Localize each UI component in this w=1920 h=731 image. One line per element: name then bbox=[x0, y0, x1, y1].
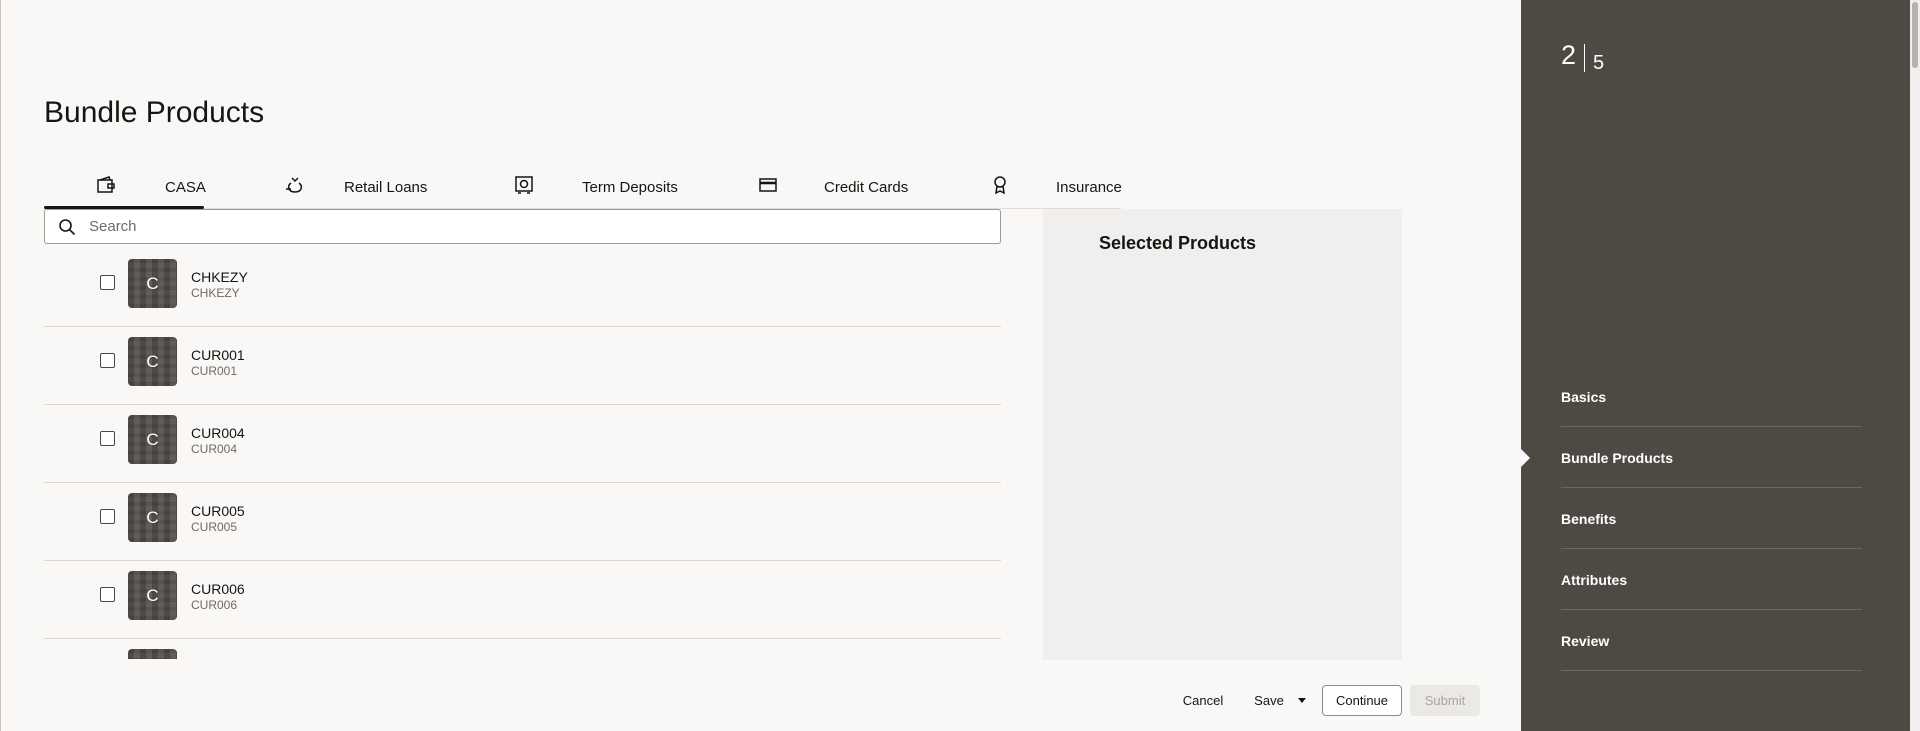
product-name: CUR001 bbox=[191, 347, 245, 363]
search-box bbox=[44, 209, 1001, 244]
product-checkbox[interactable] bbox=[100, 275, 115, 290]
tab-label: CASA bbox=[165, 179, 206, 196]
step-label: Attributes bbox=[1561, 572, 1628, 588]
step-label: Basics bbox=[1561, 389, 1607, 405]
cancel-button[interactable]: Cancel bbox=[1172, 685, 1234, 716]
step-train: 2 5 Basics Bundle Products Benefits Attr… bbox=[1521, 0, 1910, 731]
save-button[interactable]: Save bbox=[1247, 685, 1313, 716]
scrollbar-thumb[interactable] bbox=[1912, 2, 1918, 68]
avatar: C bbox=[128, 337, 177, 386]
list-item: C CUR004 CUR004 bbox=[44, 405, 1001, 483]
tab-label: Credit Cards bbox=[824, 179, 909, 196]
tab-casa[interactable]: CASA bbox=[44, 168, 206, 209]
vault-icon bbox=[513, 174, 535, 196]
product-code: CUR005 bbox=[191, 520, 238, 534]
product-code: CHKEZY bbox=[191, 286, 240, 300]
scrollbar[interactable] bbox=[1910, 0, 1920, 731]
money-bag-icon bbox=[284, 174, 306, 196]
badge-icon bbox=[989, 174, 1011, 196]
tab-credit-cards[interactable]: Credit Cards bbox=[757, 168, 957, 208]
chevron-down-icon bbox=[1297, 698, 1306, 703]
tab-label: Term Deposits bbox=[582, 179, 678, 196]
tab-label: Insurance bbox=[1056, 179, 1122, 196]
current-step: 2 bbox=[1561, 40, 1577, 70]
product-checkbox[interactable] bbox=[100, 509, 115, 524]
wallet-icon bbox=[95, 174, 117, 196]
divider bbox=[1584, 44, 1586, 72]
selected-products-title: Selected Products bbox=[1099, 233, 1257, 253]
step-bundle-products[interactable]: Bundle Products bbox=[1561, 427, 1862, 488]
product-name: CHKEZY bbox=[191, 269, 248, 285]
avatar: C bbox=[128, 571, 177, 620]
product-checkbox[interactable] bbox=[100, 587, 115, 602]
list-item: C CHKEZY CHKEZY bbox=[44, 249, 1001, 327]
current-step-marker bbox=[1521, 449, 1530, 467]
product-checkbox[interactable] bbox=[100, 431, 115, 446]
main-content: Bundle Products CASA Retail Loans Term D… bbox=[0, 0, 1521, 731]
search-input[interactable] bbox=[89, 210, 989, 243]
tab-term-deposits[interactable]: Term Deposits bbox=[513, 168, 713, 208]
continue-button[interactable]: Continue bbox=[1322, 685, 1402, 716]
step-benefits[interactable]: Benefits bbox=[1561, 488, 1862, 549]
step-label: Review bbox=[1561, 633, 1610, 649]
step-basics[interactable]: Basics bbox=[1561, 366, 1862, 427]
tab-insurance[interactable]: Insurance bbox=[989, 168, 1129, 208]
step-counter: 2 5 bbox=[1561, 40, 1604, 75]
list-item bbox=[44, 639, 1001, 659]
save-label: Save bbox=[1254, 693, 1284, 708]
product-code: CUR001 bbox=[191, 364, 238, 378]
step-attributes[interactable]: Attributes bbox=[1561, 549, 1862, 610]
list-item: C CUR005 CUR005 bbox=[44, 483, 1001, 561]
product-name: CUR004 bbox=[191, 425, 245, 441]
product-name: CUR006 bbox=[191, 581, 245, 597]
product-name: CUR005 bbox=[191, 503, 245, 519]
avatar: C bbox=[128, 415, 177, 464]
list-item: C CUR006 CUR006 bbox=[44, 561, 1001, 639]
avatar: C bbox=[128, 493, 177, 542]
search-icon bbox=[58, 218, 76, 236]
step-review[interactable]: Review bbox=[1561, 610, 1862, 671]
product-checkbox[interactable] bbox=[100, 353, 115, 368]
total-steps: 5 bbox=[1593, 52, 1605, 74]
page-title: Bundle Products bbox=[44, 96, 265, 129]
product-tabs: CASA Retail Loans Term Deposits Credit C… bbox=[44, 168, 1122, 209]
submit-button[interactable]: Submit bbox=[1410, 685, 1480, 716]
step-label: Benefits bbox=[1561, 511, 1617, 527]
tab-retail-loans[interactable]: Retail Loans bbox=[284, 168, 484, 208]
avatar bbox=[128, 649, 177, 659]
tab-label: Retail Loans bbox=[344, 179, 428, 196]
avatar: C bbox=[128, 259, 177, 308]
list-item: C CUR001 CUR001 bbox=[44, 327, 1001, 405]
selected-products-panel: Selected Products bbox=[1043, 209, 1402, 660]
credit-card-icon bbox=[757, 174, 779, 196]
step-label: Bundle Products bbox=[1561, 450, 1674, 466]
product-code: CUR004 bbox=[191, 442, 238, 456]
product-list: C CHKEZY CHKEZY C CUR001 CUR001 C CUR004… bbox=[44, 249, 1001, 659]
product-code: CUR006 bbox=[191, 598, 238, 612]
